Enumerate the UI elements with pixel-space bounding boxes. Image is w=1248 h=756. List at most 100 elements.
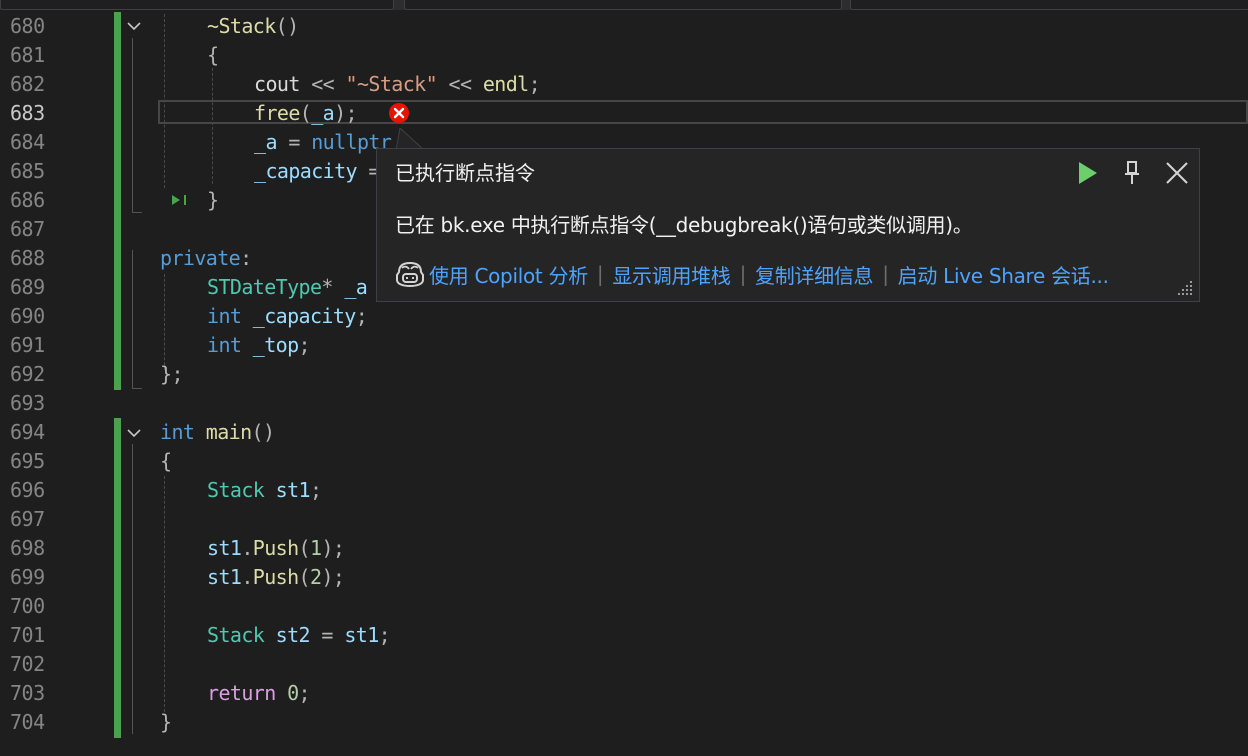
collapse-toggle-icon[interactable] bbox=[125, 424, 143, 442]
code-token: Stack bbox=[207, 478, 265, 502]
line-number: 694 bbox=[10, 420, 45, 444]
line-number: 692 bbox=[10, 362, 45, 386]
line-number: 691 bbox=[10, 333, 45, 357]
code-token: ; bbox=[378, 623, 391, 647]
code-line-694[interactable]: int main() bbox=[160, 418, 275, 447]
line-number: 699 bbox=[10, 565, 45, 589]
code-line-699[interactable]: st1.Push(2); bbox=[207, 563, 345, 592]
fold-guide bbox=[132, 250, 133, 388]
line-number: 704 bbox=[10, 710, 45, 734]
code-token: ; bbox=[355, 304, 368, 328]
error-icon bbox=[388, 102, 410, 124]
code-token: _capacity bbox=[241, 304, 357, 328]
code-token: } bbox=[207, 188, 219, 212]
code-token: }; bbox=[160, 362, 183, 386]
line-number: 684 bbox=[10, 130, 45, 154]
code-token: st2 bbox=[264, 623, 311, 647]
line-number: 697 bbox=[10, 507, 45, 531]
code-line-688[interactable]: private: bbox=[160, 244, 252, 273]
tab[interactable] bbox=[0, 0, 394, 10]
line-number: 683 bbox=[10, 101, 45, 125]
code-token: return bbox=[207, 681, 276, 705]
code-token: : bbox=[240, 246, 252, 270]
copilot-icon bbox=[396, 261, 424, 288]
code-token: ; bbox=[298, 333, 311, 357]
line-number: 695 bbox=[10, 449, 45, 473]
code-line-695[interactable]: { bbox=[160, 447, 172, 476]
line-number: 685 bbox=[10, 159, 45, 183]
code-token: ~ bbox=[207, 14, 219, 38]
code-token: st1 bbox=[207, 565, 242, 589]
code-token: int bbox=[207, 304, 242, 328]
code-line-696[interactable]: Stack st1; bbox=[207, 476, 322, 505]
popup-message: 已在 bk.exe 中执行断点指令(__debugbreak()语句或类似调用)… bbox=[395, 213, 973, 237]
code-line-698[interactable]: st1.Push(1); bbox=[207, 534, 345, 563]
fold-guide bbox=[132, 212, 142, 213]
line-number: 687 bbox=[10, 217, 45, 241]
collapse-toggle-icon[interactable] bbox=[125, 17, 143, 35]
line-number: 703 bbox=[10, 681, 45, 705]
popup-actions: 使用 Copilot 分析 | 显示调用堆栈 | 复制详细信息 | 启动 Liv… bbox=[395, 259, 1109, 289]
code-token: { bbox=[207, 43, 219, 67]
start-live-share-link[interactable]: 启动 Live Share 会话... bbox=[898, 260, 1109, 289]
code-line-689[interactable]: STDateType* _a bbox=[207, 273, 368, 302]
pin-icon bbox=[1125, 161, 1139, 184]
code-token: cout bbox=[254, 72, 300, 96]
code-token: 0 bbox=[275, 681, 299, 705]
code-token: ); bbox=[321, 565, 345, 589]
show-call-stack-link[interactable]: 显示调用堆栈 bbox=[612, 260, 731, 289]
analyze-with-copilot-link[interactable]: 使用 Copilot 分析 bbox=[429, 260, 588, 289]
exception-helper-popup: 已执行断点指令 已在 bk.exe 中执行断点指令(__debugbreak()… bbox=[376, 148, 1200, 302]
pin-button[interactable] bbox=[1118, 159, 1146, 187]
code-line-691[interactable]: int _top; bbox=[207, 331, 311, 360]
line-number: 701 bbox=[10, 623, 45, 647]
code-line-683[interactable]: free(_a); bbox=[254, 99, 358, 128]
fold-guide bbox=[132, 38, 133, 212]
code-line-684[interactable]: _a = nullptr bbox=[254, 128, 392, 157]
play-icon bbox=[1079, 162, 1097, 184]
code-line-703[interactable]: return 0; bbox=[207, 679, 311, 708]
continue-button[interactable] bbox=[1073, 159, 1101, 187]
line-number: 682 bbox=[10, 72, 45, 96]
code-line-690[interactable]: int _capacity; bbox=[207, 302, 368, 331]
code-token: ; bbox=[309, 478, 322, 502]
code-token: ); bbox=[334, 101, 357, 125]
code-line-680[interactable]: ~Stack() bbox=[207, 12, 299, 41]
close-icon bbox=[1166, 162, 1188, 184]
code-line-681[interactable]: { bbox=[207, 41, 219, 70]
indent-guide bbox=[212, 68, 213, 184]
code-token: "~Stack" bbox=[345, 72, 438, 96]
code-token: ( bbox=[298, 565, 311, 589]
code-line-682[interactable]: cout << "~Stack" << endl; bbox=[254, 70, 541, 99]
popup-pointer bbox=[396, 128, 428, 150]
code-token: * bbox=[321, 275, 345, 299]
code-token: endl bbox=[482, 72, 529, 96]
code-token: 1 bbox=[310, 536, 322, 560]
code-token: . bbox=[241, 565, 253, 589]
close-button[interactable] bbox=[1163, 159, 1191, 187]
code-token: Stack bbox=[207, 623, 265, 647]
code-line-704[interactable]: } bbox=[160, 708, 172, 737]
resize-grip-icon[interactable] bbox=[1177, 280, 1193, 296]
tab[interactable] bbox=[850, 0, 1248, 10]
code-line-701[interactable]: Stack st2 = st1; bbox=[207, 621, 391, 650]
editor-tab-strip bbox=[0, 0, 1248, 10]
code-line-692[interactable]: }; bbox=[160, 360, 183, 389]
run-to-cursor-icon[interactable] bbox=[170, 192, 192, 208]
popup-title: 已执行断点指令 bbox=[395, 161, 535, 185]
indent-guide bbox=[164, 476, 165, 712]
code-line-686[interactable]: } bbox=[207, 186, 219, 215]
fold-guide bbox=[132, 388, 142, 389]
code-token: Stack bbox=[218, 14, 276, 38]
line-number: 680 bbox=[10, 14, 45, 38]
code-line-685[interactable]: _capacity = bbox=[254, 157, 380, 186]
copy-details-link[interactable]: 复制详细信息 bbox=[755, 260, 874, 289]
code-token: Push bbox=[252, 536, 299, 560]
code-token: () bbox=[275, 14, 299, 38]
code-token: _a bbox=[254, 130, 277, 154]
code-token: = bbox=[309, 623, 345, 647]
line-number: 689 bbox=[10, 275, 45, 299]
code-token: free bbox=[254, 101, 300, 125]
tab[interactable] bbox=[404, 0, 842, 10]
code-token: () bbox=[251, 420, 275, 444]
